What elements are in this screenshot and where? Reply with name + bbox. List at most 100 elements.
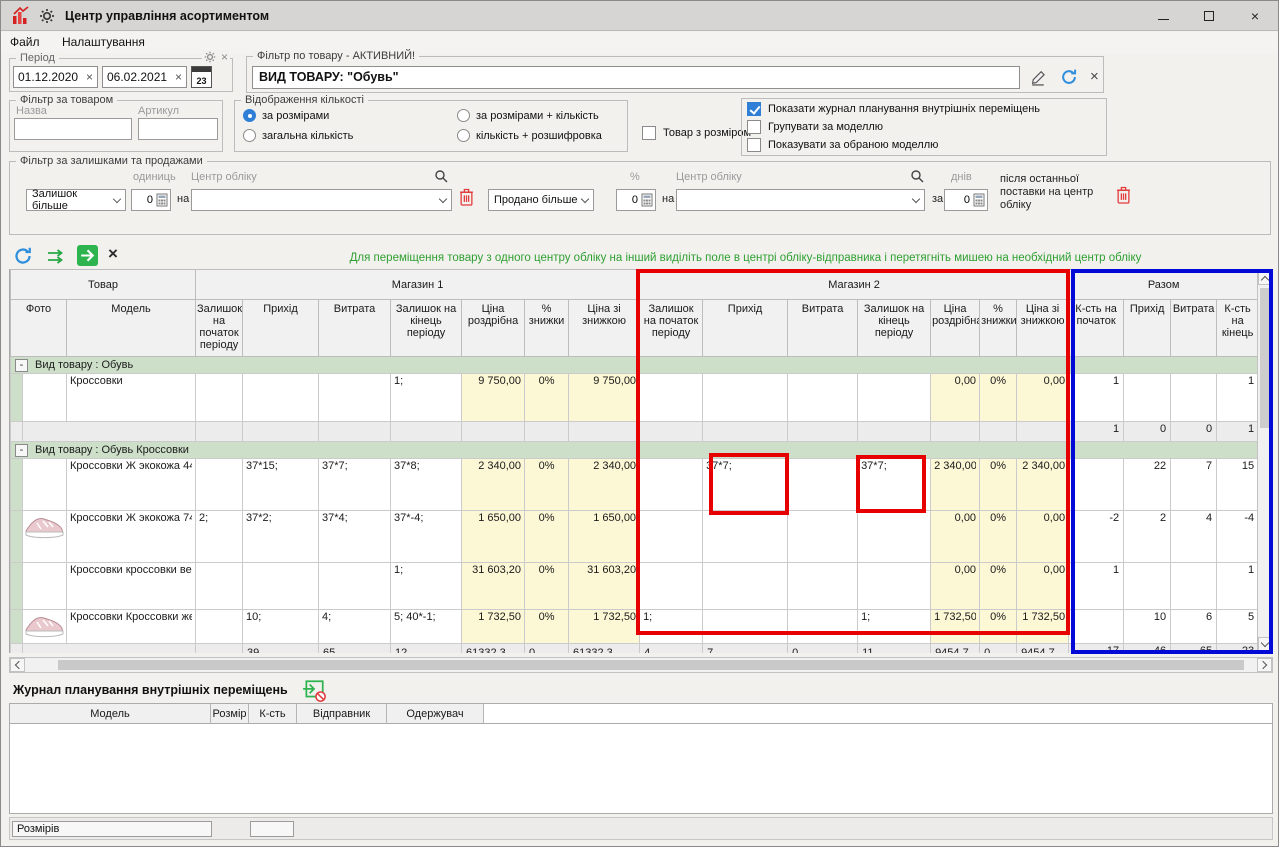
- grid-cell[interactable]: 2;: [196, 511, 243, 563]
- collapse-icon[interactable]: -: [15, 444, 28, 457]
- grid-cell[interactable]: [640, 511, 703, 563]
- group-row[interactable]: -Вид товару : Обувь Кроссовки: [11, 442, 1258, 459]
- grid-cell[interactable]: 5; 40*-1;: [391, 610, 462, 644]
- maximize-button[interactable]: [1186, 1, 1232, 31]
- grid-cell[interactable]: [788, 563, 858, 610]
- clear-date-icon[interactable]: ×: [175, 70, 182, 84]
- close-button[interactable]: ×: [1232, 1, 1278, 31]
- grid-cell[interactable]: 37*-4;: [391, 511, 462, 563]
- grid-cell[interactable]: [788, 459, 858, 511]
- col-header[interactable]: Ціна зі знижкою: [569, 300, 640, 357]
- stock-amount-input[interactable]: 0: [131, 189, 171, 211]
- calculator-icon[interactable]: [641, 193, 653, 207]
- radio-option[interactable]: за розмірами: [243, 109, 457, 122]
- grid-cell[interactable]: [788, 610, 858, 644]
- grid-cell[interactable]: 1 732,50: [569, 610, 640, 644]
- grid-cell[interactable]: [1171, 563, 1217, 610]
- grid-cell[interactable]: 0%: [525, 374, 569, 422]
- scroll-right-button[interactable]: [1257, 658, 1272, 672]
- grid-cell[interactable]: 37*7;: [703, 459, 788, 511]
- grid-cell[interactable]: 0%: [525, 511, 569, 563]
- journal-empty-body[interactable]: [10, 724, 1272, 814]
- grid-cell[interactable]: 37*2;: [243, 511, 319, 563]
- grid-cell[interactable]: [243, 563, 319, 610]
- grid-cell[interactable]: 37*15;: [243, 459, 319, 511]
- grid-cell[interactable]: [1124, 374, 1171, 422]
- journal-option-checkbox[interactable]: Групувати за моделлю: [747, 120, 1040, 134]
- product-with-size-checkbox[interactable]: Товар з розміром: [642, 126, 751, 140]
- radio-icon[interactable]: [243, 109, 256, 122]
- days-input[interactable]: 0: [944, 189, 988, 211]
- grid-cell[interactable]: [1171, 374, 1217, 422]
- model-cell[interactable]: Кроссовки Кроссовки женские Ор: [67, 610, 196, 644]
- grid-cell[interactable]: 31 603,20: [569, 563, 640, 610]
- model-cell[interactable]: Кроссовки кроссовки весна-лето: [67, 563, 196, 610]
- grid-cell[interactable]: [196, 610, 243, 644]
- grid-cell[interactable]: [703, 563, 788, 610]
- group-row[interactable]: -Вид товару : Обувь: [11, 357, 1258, 374]
- grid-cell[interactable]: [703, 610, 788, 644]
- grid-cell[interactable]: 15: [1217, 459, 1257, 511]
- grid-cell[interactable]: 1;: [391, 374, 462, 422]
- col-header[interactable]: Витрата: [1171, 300, 1217, 357]
- checkbox-icon[interactable]: [747, 102, 761, 116]
- grid-cell[interactable]: [196, 374, 243, 422]
- grid-cell[interactable]: 0,00: [1017, 374, 1069, 422]
- grid-cell[interactable]: 0,00: [931, 563, 980, 610]
- grid-cell[interactable]: [319, 374, 391, 422]
- grid-cell[interactable]: 1 732,50: [462, 610, 525, 644]
- col-header[interactable]: К-сть на кінець: [1217, 300, 1257, 357]
- col-header[interactable]: Залишок на початок періоду: [196, 300, 243, 357]
- grid-cell[interactable]: 1;: [858, 610, 931, 644]
- col-header-model[interactable]: Модель: [67, 300, 196, 357]
- grid-cell[interactable]: 0,00: [931, 511, 980, 563]
- grid-cell[interactable]: 0%: [980, 610, 1017, 644]
- col-header[interactable]: Ціна зі знижкою: [1017, 300, 1069, 357]
- grid-cell[interactable]: 1: [1069, 563, 1124, 610]
- refresh-icon[interactable]: [1060, 68, 1078, 86]
- grid-cell[interactable]: 1: [1217, 563, 1257, 610]
- grid-cell[interactable]: [640, 459, 703, 511]
- stock-center-combo[interactable]: [191, 189, 452, 211]
- grid-cell[interactable]: -2: [1069, 511, 1124, 563]
- horizontal-scrollbar[interactable]: [9, 657, 1273, 673]
- edit-pencil-icon[interactable]: [1029, 67, 1048, 86]
- grid-cell[interactable]: 0,00: [1017, 511, 1069, 563]
- minimize-button[interactable]: [1140, 1, 1186, 31]
- grid-cell[interactable]: [858, 374, 931, 422]
- grid-cell[interactable]: [319, 563, 391, 610]
- radio-option[interactable]: за розмірами + кількість: [457, 109, 602, 122]
- period-close-icon[interactable]: ×: [221, 50, 228, 64]
- journal-transfer-blocked-icon[interactable]: [302, 678, 326, 702]
- journal-option-checkbox[interactable]: Показувати за обраною моделлю: [747, 138, 1040, 152]
- col-header[interactable]: Залишок на кінець періоду: [858, 300, 931, 357]
- clear-date-icon[interactable]: ×: [86, 70, 93, 84]
- grid-cell[interactable]: 5: [1217, 610, 1257, 644]
- product-photo-cell[interactable]: [23, 511, 67, 563]
- grid-cell[interactable]: [703, 511, 788, 563]
- grid-cell[interactable]: [640, 374, 703, 422]
- product-photo-cell[interactable]: [23, 459, 67, 511]
- grid-cell[interactable]: 9 750,00: [462, 374, 525, 422]
- grid-cell[interactable]: 6: [1171, 610, 1217, 644]
- journal-col-header[interactable]: Відправник: [297, 704, 387, 724]
- grid-cell[interactable]: [1069, 610, 1124, 644]
- radio-option[interactable]: кількість + розшифровка: [457, 129, 602, 142]
- band-header-total[interactable]: Разом: [1069, 270, 1257, 300]
- journal-col-header[interactable]: Розмір: [211, 704, 249, 724]
- sold-center-combo[interactable]: [676, 189, 925, 211]
- col-header[interactable]: Витрата: [788, 300, 858, 357]
- grid-cell[interactable]: 0%: [980, 459, 1017, 511]
- grid-cell[interactable]: -4: [1217, 511, 1257, 563]
- model-cell[interactable]: Кроссовки Ж экокожа 745745 Opi: [67, 511, 196, 563]
- col-header[interactable]: Витрата: [319, 300, 391, 357]
- band-header-product[interactable]: Товар: [11, 270, 196, 300]
- grid-cell[interactable]: [640, 563, 703, 610]
- period-gear-icon[interactable]: [204, 51, 216, 63]
- grid-cell[interactable]: 2 340,00: [931, 459, 980, 511]
- grid-cell[interactable]: 2 340,00: [1017, 459, 1069, 511]
- clear-selection-icon[interactable]: ×: [108, 244, 118, 264]
- grid-cell[interactable]: 1 732,50: [1017, 610, 1069, 644]
- grid-cell[interactable]: 1;: [640, 610, 703, 644]
- calculator-icon[interactable]: [973, 193, 985, 207]
